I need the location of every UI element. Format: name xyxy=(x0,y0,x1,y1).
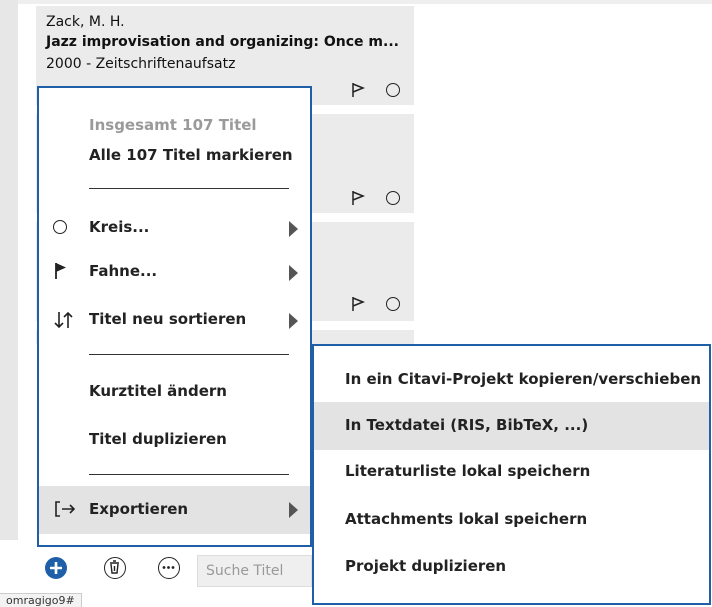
flag-filled-icon xyxy=(55,263,66,279)
submenu-item-save-bibliography[interactable]: Literaturliste lokal speichern xyxy=(314,448,709,496)
submenu-item-text-file[interactable]: In Textdatei (RIS, BibTeX, ...) xyxy=(314,402,709,450)
export-menu-item[interactable]: Exportieren xyxy=(39,486,310,534)
submenu-item-duplicate-project[interactable]: Projekt duplizieren xyxy=(314,543,709,591)
reference-meta: 2000 - Zeitschriftenaufsatz xyxy=(46,56,236,72)
add-button[interactable] xyxy=(45,557,67,579)
select-all-item[interactable]: Alle 107 Titel markieren xyxy=(39,146,310,168)
submenu-item-save-attachments[interactable]: Attachments lokal speichern xyxy=(314,496,709,544)
circle-menu-item[interactable]: Kreis... xyxy=(39,218,310,240)
total-count-label: Insgesamt 107 Titel xyxy=(89,116,257,134)
flag-outline-icon[interactable] xyxy=(350,190,366,206)
circle-outline-icon[interactable] xyxy=(386,191,400,205)
more-button[interactable] xyxy=(158,557,180,579)
top-divider xyxy=(0,0,712,4)
delete-button[interactable] xyxy=(104,557,126,579)
circle-outline-icon[interactable] xyxy=(386,83,400,97)
menu-divider xyxy=(89,474,289,475)
edit-short-title-item[interactable]: Kurztitel ändern xyxy=(39,382,310,404)
chevron-right-icon xyxy=(289,502,298,518)
trash-icon xyxy=(110,560,119,574)
status-bar-url: omragigo9# xyxy=(0,593,82,607)
more-icon xyxy=(162,566,175,569)
menu-divider xyxy=(89,188,289,189)
reference-author: Zack, M. H. xyxy=(46,14,125,30)
add-icon xyxy=(50,562,62,574)
context-menu: Insgesamt 107 Titel Alle 107 Titel marki… xyxy=(37,86,312,547)
search-input[interactable]: Suche Titel xyxy=(197,555,312,587)
reference-title: Jazz improvisation and organizing: Once … xyxy=(46,34,399,50)
sort-menu-item[interactable]: Titel neu sortieren xyxy=(39,310,310,332)
export-submenu: In ein Citavi-Projekt kopieren/verschieb… xyxy=(312,344,711,605)
flag-outline-icon[interactable] xyxy=(350,296,366,312)
duplicate-title-item[interactable]: Titel duplizieren xyxy=(39,430,310,452)
chevron-right-icon xyxy=(289,313,298,329)
export-icon xyxy=(55,501,76,517)
sort-arrows-icon xyxy=(54,311,73,329)
chevron-right-icon xyxy=(289,221,298,237)
chevron-right-icon xyxy=(289,265,298,281)
circle-outline-icon[interactable] xyxy=(386,297,400,311)
left-strip xyxy=(0,0,18,540)
flag-outline-icon[interactable] xyxy=(350,82,366,98)
submenu-item-copy-to-project[interactable]: In ein Citavi-Projekt kopieren/verschieb… xyxy=(314,356,709,404)
flag-menu-item[interactable]: Fahne... xyxy=(39,262,310,284)
circle-outline-icon xyxy=(53,220,67,234)
menu-divider xyxy=(89,354,289,355)
